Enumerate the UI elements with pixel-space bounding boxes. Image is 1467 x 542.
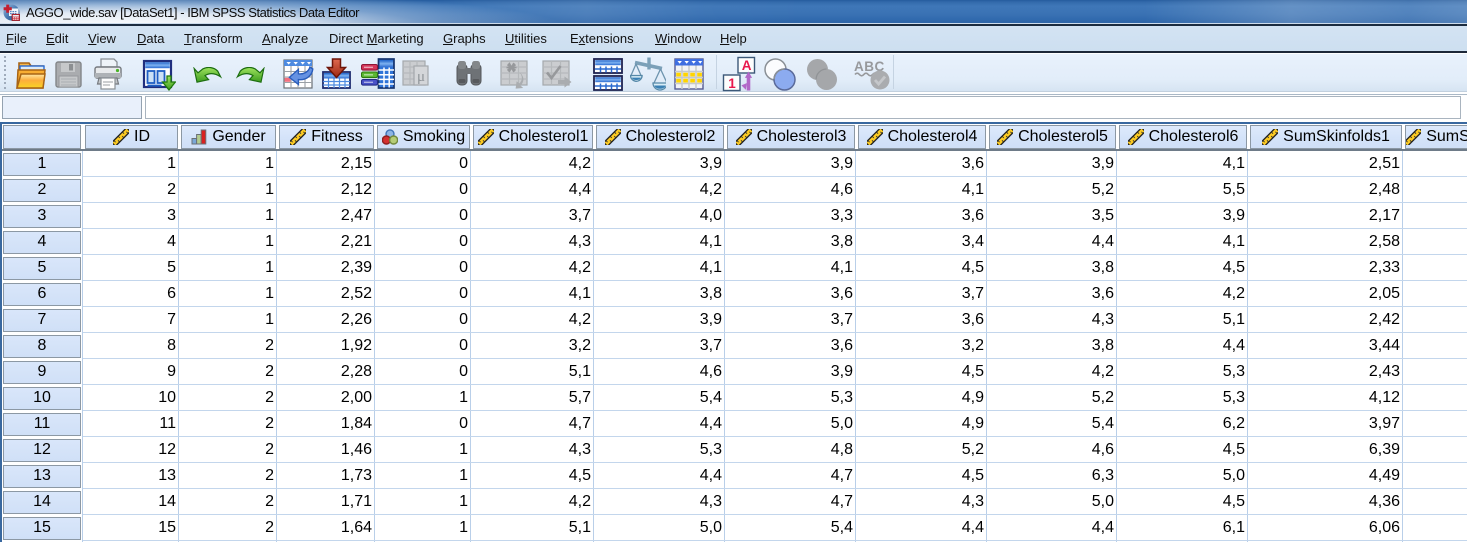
svg-text:1: 1: [728, 76, 736, 91]
svg-text:μ: μ: [417, 69, 425, 85]
svg-text:A: A: [742, 58, 752, 73]
